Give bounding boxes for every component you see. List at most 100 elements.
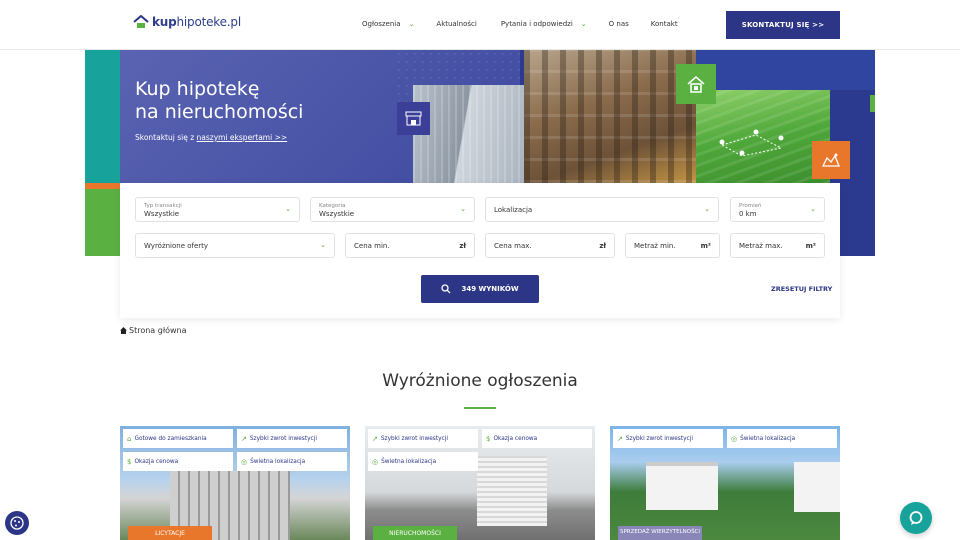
radius-select[interactable]: Promień 0 km ⌄ xyxy=(730,197,825,222)
logo-text: kuphipoteke.pl xyxy=(152,15,241,29)
nav-item-aktualnosci[interactable]: Aktualności xyxy=(436,20,476,28)
nav-item-ogloszenia[interactable]: Ogłoszenia ⌄ xyxy=(362,20,414,28)
chart-icon: ↗ xyxy=(241,434,247,443)
badge-label: Szybki zwrot inwestycji xyxy=(625,435,693,442)
location-placeholder: Lokalizacja xyxy=(494,206,533,214)
chat-widget-button[interactable] xyxy=(900,502,932,534)
chevron-down-icon: ⌄ xyxy=(408,20,415,28)
chevron-down-icon: ⌄ xyxy=(285,205,291,213)
feature-badge: ↗ Szybki zwrot inwestycji xyxy=(237,429,347,448)
breadcrumb-home-link[interactable]: Strona główna xyxy=(129,326,187,335)
featured-offers-select[interactable]: Wyróżnione oferty ⌄ xyxy=(135,233,335,258)
location-select[interactable]: Lokalizacja ⌄ xyxy=(485,197,719,222)
cookie-icon xyxy=(10,516,24,530)
nav-label: O nas xyxy=(608,20,629,28)
main-nav: Ogłoszenia ⌄ Aktualności Pytania i odpowi… xyxy=(362,20,678,28)
area-min-input[interactable]: Metraż min. m² xyxy=(625,233,720,258)
location-icon: ◎ xyxy=(372,457,379,466)
nav-item-kontakt[interactable]: Kontakt xyxy=(651,20,678,28)
area-max-input[interactable]: Metraż max. m² xyxy=(730,233,825,258)
logo-text-domain: hipoteke.pl xyxy=(176,15,242,29)
listing-card[interactable]: ↗ Szybki zwrot inwestycji ◎ Świetna lokali… xyxy=(610,426,840,540)
area-max-unit: m² xyxy=(805,242,816,250)
feature-badge: $ Okazja cenowa xyxy=(123,452,233,471)
chat-icon xyxy=(909,511,923,525)
category-value: Wszystkie xyxy=(319,210,355,218)
feature-badge: ◎ Świetna lokalizacja xyxy=(237,452,347,471)
radius-value: 0 km xyxy=(739,210,757,218)
listing-card[interactable]: ↗ Szybki zwrot inwestycji $ Okazja cenowa … xyxy=(365,426,595,540)
chevron-down-icon: ⌄ xyxy=(320,241,326,249)
search-icon xyxy=(441,284,451,294)
area-min-placeholder: Metraż min. xyxy=(634,242,676,250)
chart-icon: ↗ xyxy=(372,434,378,443)
feature-badge: ↗ Szybki zwrot inwestycji xyxy=(613,429,723,448)
area-max-placeholder: Metraż max. xyxy=(739,242,783,250)
home-icon xyxy=(120,327,127,334)
badge-label: Świetna lokalizacja xyxy=(740,435,796,442)
hero-subtitle-text: Skontaktuj się z xyxy=(135,133,197,142)
badge-label: Gotowe do zamieszkania xyxy=(134,435,207,442)
chevron-down-icon: ⌄ xyxy=(704,205,710,213)
price-min-input[interactable]: Cena min. zł xyxy=(345,233,475,258)
store-icon xyxy=(397,102,430,135)
experts-link[interactable]: naszymi ekspertami >> xyxy=(197,133,288,142)
badge-label: Świetna lokalizacja xyxy=(381,458,437,465)
logo-text-kup: kup xyxy=(152,15,177,29)
dollar-icon: $ xyxy=(486,434,491,443)
location-icon: ◎ xyxy=(241,457,248,466)
transaction-type-select[interactable]: Typ transakcji Wszystkie ⌄ xyxy=(135,197,300,222)
price-min-placeholder: Cena min. xyxy=(354,242,390,250)
nav-label: Aktualności xyxy=(436,20,477,28)
hero-title: Kup hipotekę na nieruchomości xyxy=(135,78,303,124)
home-icon: ⌂ xyxy=(127,434,132,443)
reset-filters-link[interactable]: ZRESETUJ FILTRY xyxy=(771,285,832,293)
price-max-unit: zł xyxy=(599,242,606,250)
hero-image-field-sky xyxy=(696,50,875,90)
site-logo[interactable]: kuphipoteke.pl xyxy=(133,15,241,29)
search-button-label: 349 WYNIKÓW xyxy=(461,285,519,293)
nav-item-o-nas[interactable]: O nas xyxy=(609,20,629,28)
hero-stripe-teal xyxy=(85,50,120,183)
cookie-settings-button[interactable] xyxy=(5,511,29,535)
price-min-unit: zł xyxy=(459,242,466,250)
price-max-input[interactable]: Cena max. zł xyxy=(485,233,615,258)
feature-badge: $ Okazja cenowa xyxy=(482,429,592,448)
feature-badge: ◎ Świetna lokalizacja xyxy=(727,429,837,448)
nav-label: Ogłoszenia xyxy=(362,20,401,28)
section-title: Wyróżnione ogłoszenia xyxy=(382,371,578,391)
location-icon: ◎ xyxy=(731,434,738,443)
search-results-button[interactable]: 349 WYNIKÓW xyxy=(421,275,539,303)
feature-badge: ◎ Świetna lokalizacja xyxy=(368,452,478,471)
listing-type-ribbon: LICYTACJE xyxy=(128,526,212,540)
chart-icon: ↗ xyxy=(617,434,623,443)
chevron-down-icon: ⌄ xyxy=(810,205,816,213)
listing-type-ribbon: SPRZEDAŻ WIERZYTELNOŚCI xyxy=(618,526,702,540)
page: kuphipoteke.pl Ogłoszenia ⌄ Aktualności P… xyxy=(0,0,960,540)
featured-offers-placeholder: Wyróżnione oferty xyxy=(144,242,209,250)
map-pins-icon xyxy=(719,129,784,157)
badge-label: Świetna lokalizacja xyxy=(250,458,306,465)
nav-label: Pytania i odpowiedzi xyxy=(500,20,573,28)
badge-label: Szybki zwrot inwestycji xyxy=(380,435,448,442)
dollar-icon: $ xyxy=(127,457,132,466)
hero-stripe-green xyxy=(85,189,120,256)
land-icon xyxy=(812,141,850,179)
area-min-unit: m² xyxy=(700,242,711,250)
radius-label: Promień xyxy=(739,203,762,209)
badge-label: Szybki zwrot inwestycji xyxy=(249,435,317,442)
badge-label: Okazja cenowa xyxy=(134,458,179,465)
contact-cta-button[interactable]: SKONTAKTUJ SIĘ >> xyxy=(726,11,840,39)
listing-card[interactable]: ⌂ Gotowe do zamieszkania ↗ Szybki zwrot in… xyxy=(120,426,350,540)
nav-item-pytania[interactable]: Pytania i odpowiedzi ⌄ xyxy=(501,20,587,28)
category-label: Kategoria xyxy=(319,203,346,209)
site-header: kuphipoteke.pl Ogłoszenia ⌄ Aktualności P… xyxy=(0,0,960,50)
breadcrumb: Strona główna xyxy=(120,326,187,335)
hero-image-field xyxy=(696,90,830,183)
hero-subtitle: Skontaktuj się z naszymi ekspertami >> xyxy=(135,133,287,142)
transaction-type-value: Wszystkie xyxy=(144,210,180,218)
house-icon xyxy=(676,64,716,104)
category-select[interactable]: Kategoria Wszystkie ⌄ xyxy=(310,197,475,222)
hero-title-line2: na nieruchomości xyxy=(135,101,304,123)
feature-badge: ↗ Szybki zwrot inwestycji xyxy=(368,429,478,448)
